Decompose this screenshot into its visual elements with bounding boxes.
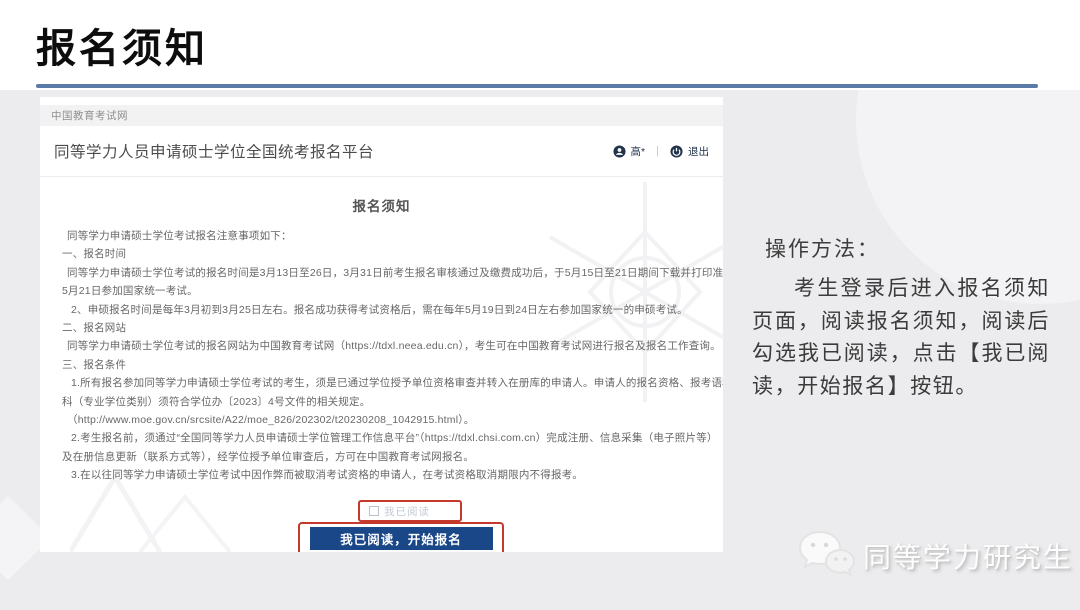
platform-header: 同等学力人员申请硕士学位全国统考报名平台 高* | 退出 bbox=[40, 126, 723, 177]
read-checkbox-label[interactable]: 我已阅读 bbox=[384, 504, 430, 519]
read-checkbox[interactable] bbox=[369, 506, 379, 516]
notice-line: 5月21日参加国家统一考试。 bbox=[62, 282, 707, 300]
notice-body: 同等学力申请硕士学位考试报名注意事项如下： 一、报名时间 同等学力申请硕士学位考… bbox=[62, 227, 707, 485]
notice-line: 2、申硕报名时间是每年3月初到3月25日左右。报名成功获得考试资格后，需在每年5… bbox=[62, 301, 707, 319]
site-name: 中国教育考试网 bbox=[51, 108, 128, 123]
button-highlight: 我已阅读，开始报名 bbox=[298, 522, 504, 552]
slide: 报名须知 中国教育考试网 bbox=[0, 0, 1080, 610]
notice-line: 同等学力申请硕士学位考试报名注意事项如下： bbox=[62, 227, 707, 245]
menu-separator: | bbox=[656, 145, 659, 157]
logout-label[interactable]: 退出 bbox=[688, 144, 709, 159]
page-title: 报名须知 bbox=[36, 16, 208, 74]
instructions-text: 考生登录后进入报名须知页面，阅读报名须知，阅读后勾选我已阅读，点击【我已阅读，开… bbox=[752, 273, 1050, 403]
instructions-heading: 操作方法： bbox=[765, 233, 880, 263]
user-avatar-icon bbox=[613, 145, 626, 158]
platform-title: 同等学力人员申请硕士学位全国统考报名平台 bbox=[54, 140, 613, 162]
user-menu: 高* | 退出 bbox=[613, 144, 709, 159]
decorative-circle bbox=[856, 90, 1080, 304]
brand-watermark: 同等学力研究生 bbox=[795, 528, 1073, 584]
notice-line: 一、报名时间 bbox=[62, 245, 707, 263]
user-name[interactable]: 高* bbox=[631, 144, 646, 159]
notice-line: 及在册信息更新（联系方式等），经学位授予单位审查后，方可在中国教育考试网报名。 bbox=[62, 448, 707, 466]
title-underline bbox=[36, 84, 1038, 88]
wechat-bubbles-icon bbox=[795, 528, 857, 584]
browser-screenshot: 中国教育考试网 同等学力人员申请硕士学位全国统考报名平台 高* | bbox=[40, 97, 723, 552]
notice-line: 2.考生报名前，须通过“全国同等学力人员申请硕士学位管理工作信息平台”（http… bbox=[62, 429, 707, 447]
notice-heading: 报名须知 bbox=[40, 195, 723, 215]
notice-line: 三、报名条件 bbox=[62, 356, 707, 374]
notice-line: 同等学力申请硕士学位考试的报名时间是3月13日至26日，3月31日前考生报名审核… bbox=[62, 264, 707, 282]
site-topbar: 中国教育考试网 bbox=[40, 105, 723, 126]
start-registration-button[interactable]: 我已阅读，开始报名 bbox=[310, 527, 493, 550]
notice-line: 科（专业学位类别）须符合学位办〔2023〕4号文件的相关规定。 bbox=[62, 393, 707, 411]
notice-line: （http://www.moe.gov.cn/srcsite/A22/moe_8… bbox=[62, 411, 707, 429]
notice-line: 3.在以往同等学力申请硕士学位考试中因作弊而被取消考试资格的申请人，在考试资格取… bbox=[62, 466, 707, 484]
notice-line: 同等学力申请硕士学位考试的报名网站为中国教育考试网（https://tdxl.n… bbox=[62, 337, 707, 355]
stage-background: 中国教育考试网 同等学力人员申请硕士学位全国统考报名平台 高* | bbox=[0, 90, 1080, 610]
logout-icon[interactable] bbox=[670, 145, 683, 158]
brand-name: 同等学力研究生 bbox=[863, 536, 1073, 576]
notice-line: 1.所有报名参加同等学力申请硕士学位考试的考生，须是已通过学位授予单位资格审查并… bbox=[62, 374, 707, 392]
checkbox-highlight: 我已阅读 bbox=[358, 500, 462, 522]
notice-line: 二、报名网站 bbox=[62, 319, 707, 337]
